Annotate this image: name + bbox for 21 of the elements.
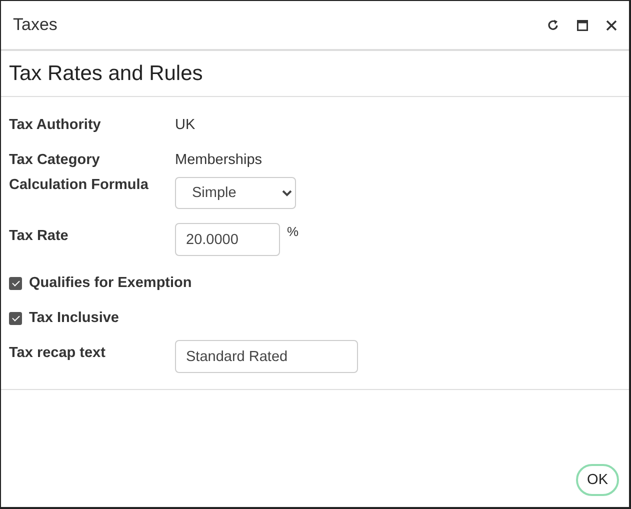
checkbox-label[interactable]: Qualifies for Exemption — [29, 275, 192, 291]
text-field[interactable]: Standard Rated — [175, 340, 358, 373]
field-label: Tax Category — [9, 152, 101, 168]
field-label: Tax Authority — [9, 117, 102, 133]
checkbox[interactable] — [9, 312, 22, 324]
maximize-icon[interactable] — [577, 20, 588, 30]
field-value: UK — [175, 117, 196, 133]
text-field[interactable]: 20.0000 — [175, 223, 280, 256]
formula-dropdown[interactable]: Simple — [175, 177, 296, 209]
ok-button[interactable]: OK — [576, 464, 619, 496]
field-value: Memberships — [175, 152, 262, 168]
unit-label: % — [287, 224, 299, 239]
field-label: Tax Rate — [9, 228, 70, 244]
field-label: Tax recap text — [9, 345, 106, 361]
checkbox-label[interactable]: Tax Inclusive — [29, 310, 119, 326]
checkbox[interactable] — [9, 276, 22, 290]
field-label: Calculation Formula — [9, 177, 150, 193]
section-heading: Tax Rates and Rules — [1, 51, 629, 97]
close-icon[interactable] — [606, 20, 617, 30]
window-title: Taxes — [13, 15, 58, 35]
refresh-icon[interactable] — [547, 19, 559, 31]
